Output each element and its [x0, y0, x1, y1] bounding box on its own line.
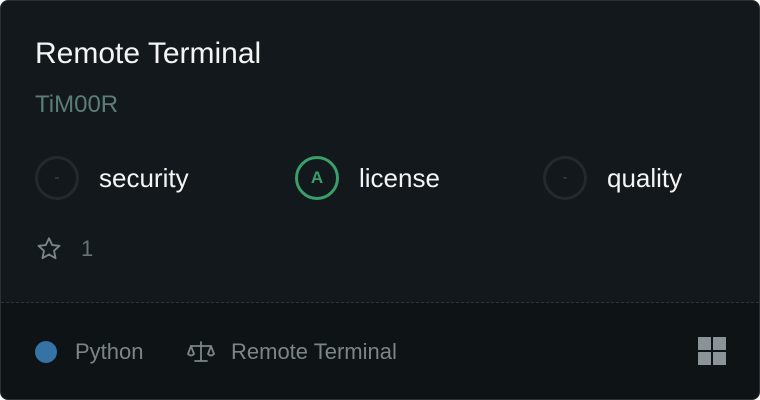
- license-grade-badge: A: [295, 156, 339, 200]
- score-security: - security: [35, 153, 189, 203]
- grid-icon[interactable]: [698, 337, 726, 365]
- license-label: license: [359, 162, 440, 193]
- score-license: A license: [295, 153, 440, 203]
- star-stat: 1: [35, 233, 93, 265]
- security-label: security: [99, 162, 189, 193]
- score-quality: - quality: [543, 153, 682, 203]
- scale-icon: [187, 341, 215, 362]
- language-color-dot: [35, 341, 57, 363]
- security-grade-badge: -: [35, 156, 79, 200]
- license-name: Remote Terminal: [231, 339, 397, 364]
- quality-grade-badge: -: [543, 156, 587, 200]
- repo-owner[interactable]: TiM00R: [35, 89, 118, 121]
- repository-card[interactable]: Remote Terminal TiM00R - security A lice…: [0, 0, 760, 400]
- star-count: 1: [81, 236, 94, 261]
- quality-label: quality: [607, 162, 683, 193]
- language-info: Python: [35, 339, 144, 365]
- star-icon: [37, 237, 61, 260]
- language-name: Python: [75, 339, 144, 364]
- score-row: - security A license - quality: [1, 153, 759, 203]
- repo-title[interactable]: Remote Terminal: [35, 35, 261, 73]
- card-footer: Python Remote Terminal: [1, 303, 759, 399]
- license-info: Remote Terminal: [187, 339, 397, 365]
